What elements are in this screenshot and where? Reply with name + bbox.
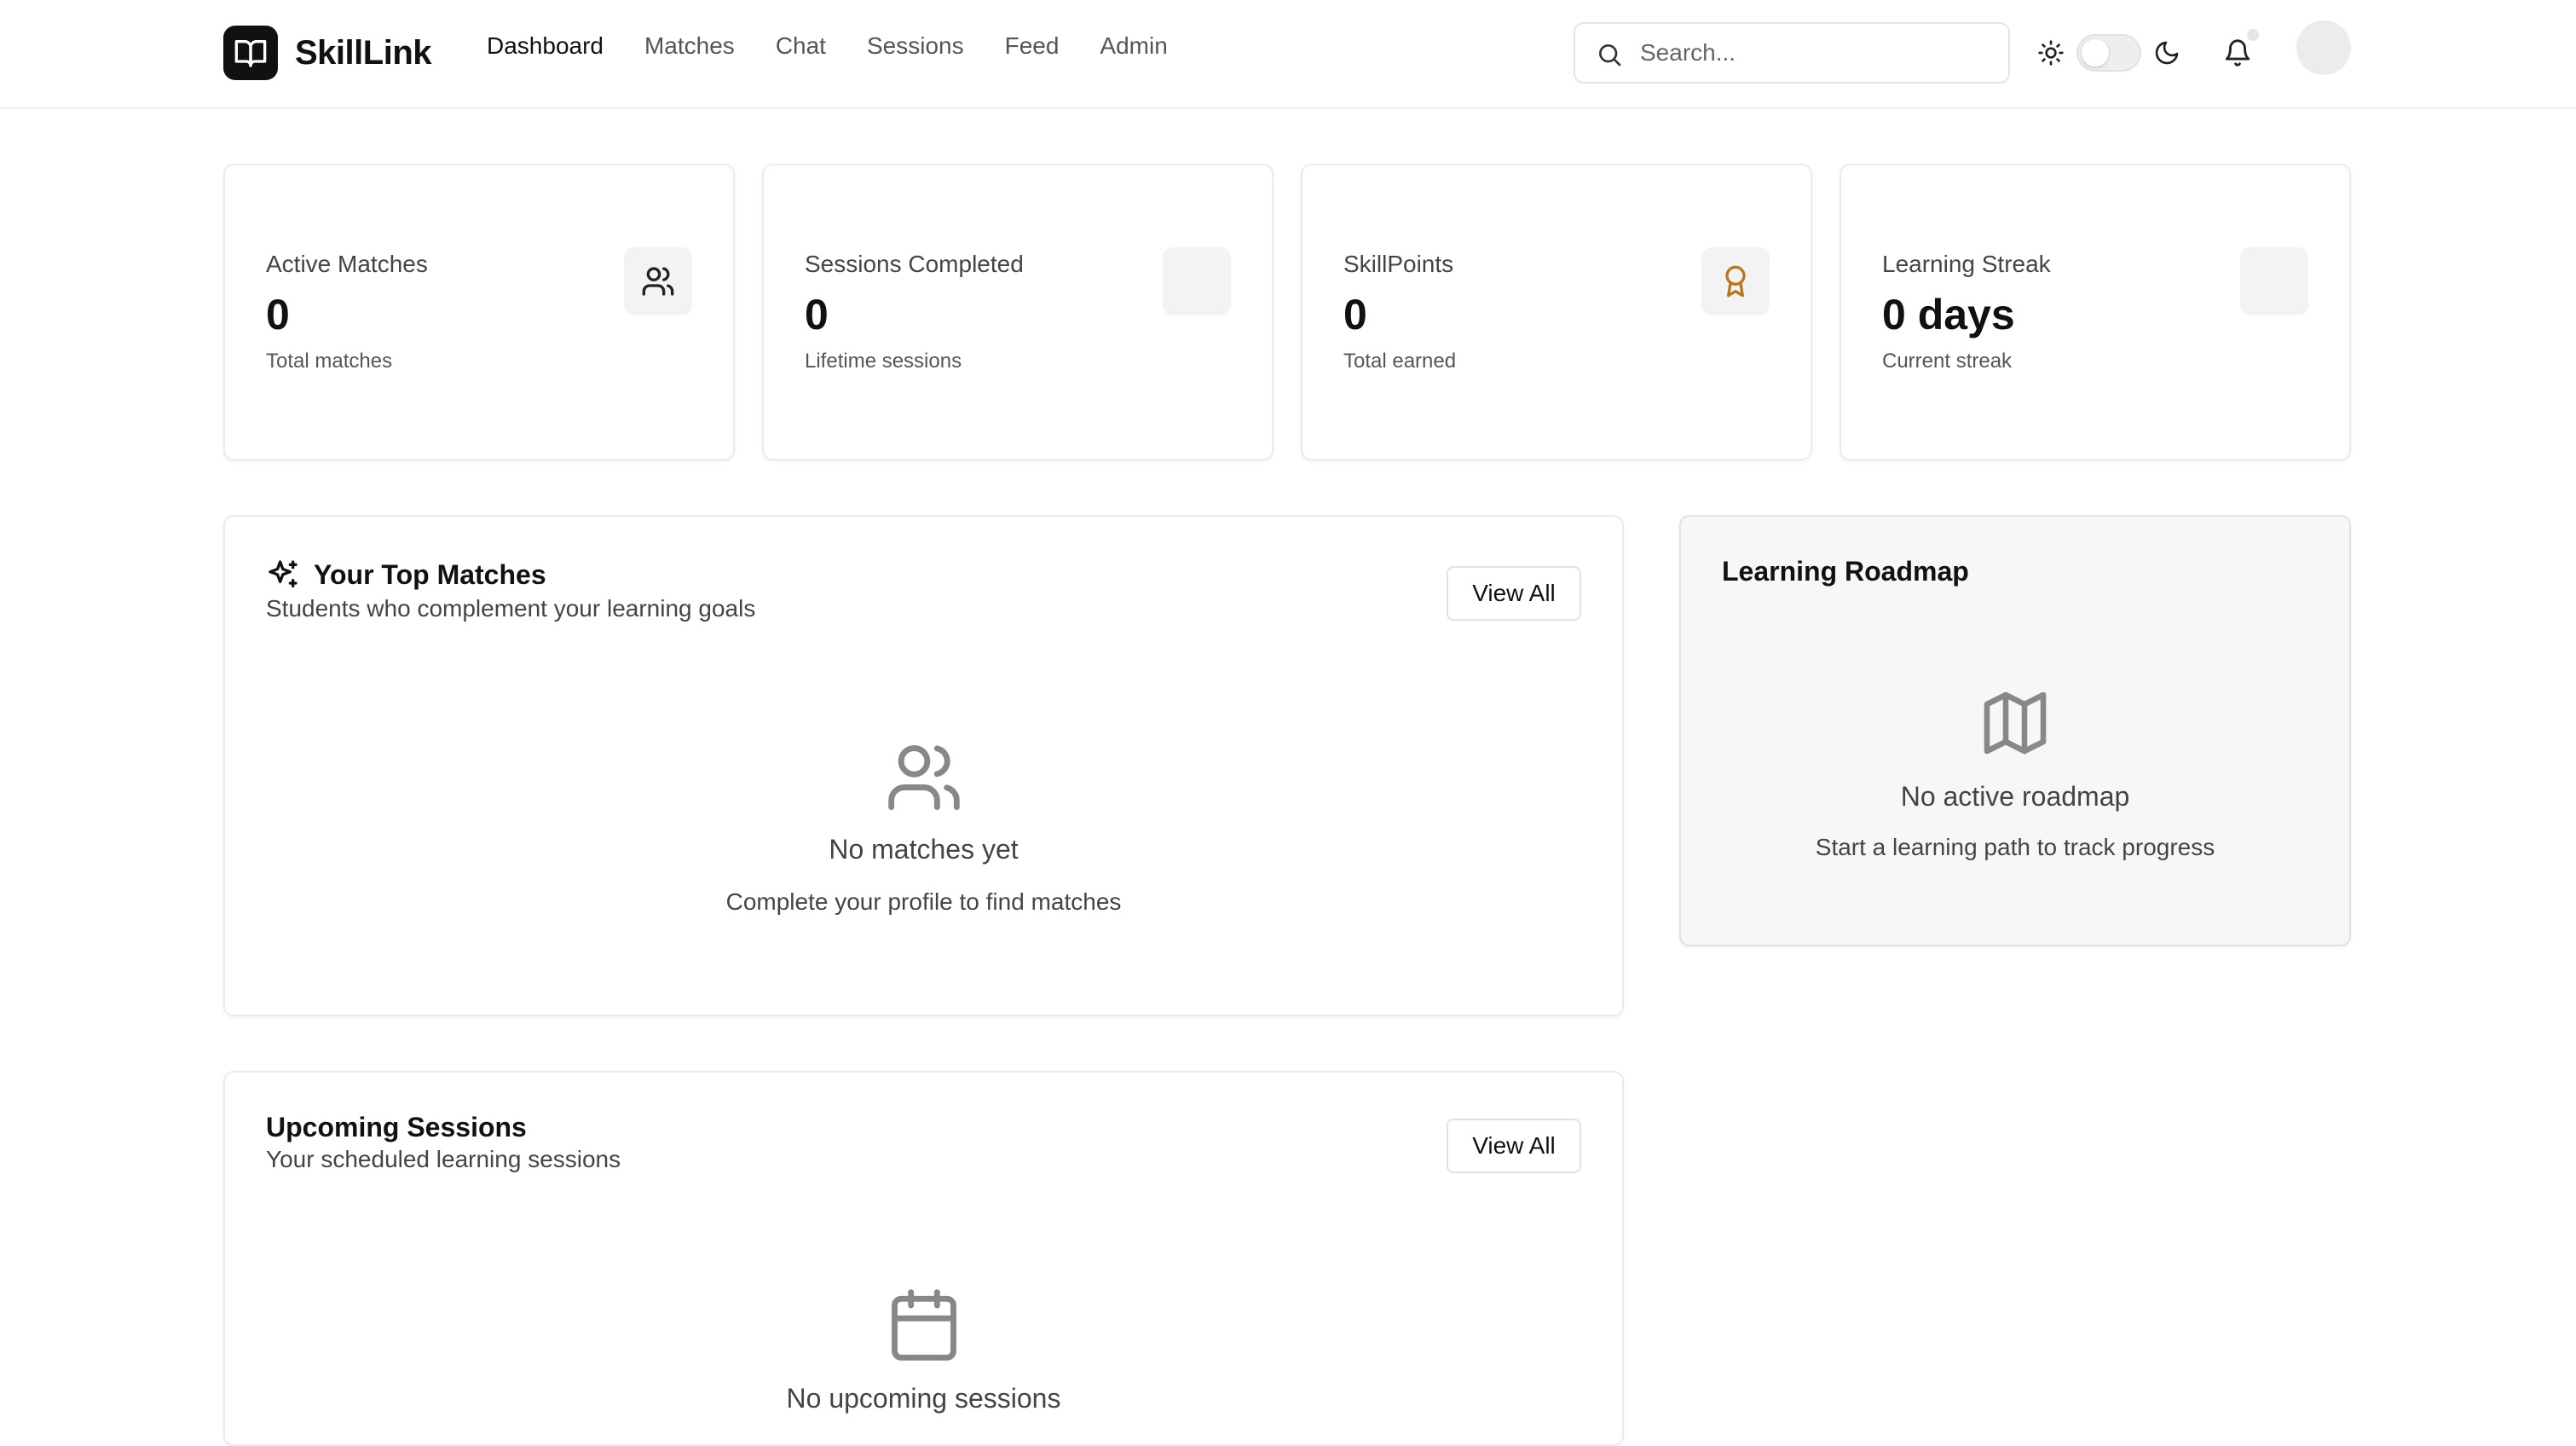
- top-matches-title: Your Top Matches: [314, 559, 546, 590]
- search-box: [1574, 22, 2010, 84]
- roadmap-empty-title: No active roadmap: [1900, 781, 2130, 812]
- nav-dashboard[interactable]: Dashboard: [487, 32, 604, 60]
- upcoming-subtitle: Your scheduled learning sessions: [266, 1146, 621, 1172]
- stat-card-sessions-completed: Sessions Completed 0 Lifetime sessions: [762, 164, 1274, 460]
- upcoming-sessions-card: Upcoming Sessions Your scheduled learnin…: [223, 1071, 1624, 1446]
- roadmap-empty-subtitle: Start a learning path to track progress: [1815, 834, 2215, 860]
- stat-value: 0 days: [1882, 291, 2015, 338]
- top-matches-subtitle: Students who complement your learning go…: [266, 595, 756, 622]
- nav-matches[interactable]: Matches: [644, 32, 735, 60]
- stat-sub: Current streak: [1882, 350, 2013, 373]
- calendar-icon: [885, 1286, 963, 1368]
- stat-value: 0: [1343, 291, 1367, 338]
- app-name: SkillLink: [295, 33, 432, 72]
- stat-label: SkillPoints: [1343, 251, 1454, 277]
- bell-icon[interactable]: [2223, 38, 2252, 72]
- nav-admin[interactable]: Admin: [1100, 32, 1167, 60]
- stat-value: 0: [805, 291, 829, 338]
- main-nav: Dashboard Matches Chat Sessions Feed Adm…: [487, 32, 1168, 60]
- book-open-icon: [223, 26, 278, 80]
- top-matches-view-all-button[interactable]: View All: [1447, 566, 1581, 621]
- sparkles-icon: [266, 558, 300, 596]
- stat-card-learning-streak: Learning Streak 0 days Current streak: [1840, 164, 2351, 460]
- stat-sub: Total earned: [1343, 350, 1457, 373]
- app-logo[interactable]: SkillLink: [223, 26, 432, 80]
- search-icon: [1596, 41, 1623, 72]
- search-input[interactable]: [1640, 39, 1981, 67]
- upcoming-view-all-button[interactable]: View All: [1447, 1119, 1581, 1173]
- theme-toggle[interactable]: [2076, 34, 2141, 72]
- nav-feed[interactable]: Feed: [1005, 32, 1060, 60]
- top-header: SkillLink Dashboard Matches Chat Session…: [0, 0, 2576, 109]
- avatar[interactable]: [2296, 20, 2351, 75]
- sun-icon: [2037, 39, 2065, 71]
- stat-label: Active Matches: [266, 251, 428, 277]
- stat-icon-placeholder: [1163, 247, 1231, 315]
- stat-label: Learning Streak: [1882, 251, 2051, 277]
- map-icon: [1978, 685, 2053, 765]
- learning-roadmap-card: Learning Roadmap No active roadmap Start…: [1679, 515, 2351, 946]
- stat-card-active-matches: Active Matches 0 Total matches: [223, 164, 735, 460]
- nav-chat[interactable]: Chat: [776, 32, 826, 60]
- roadmap-title: Learning Roadmap: [1722, 556, 1969, 587]
- award-icon: [1701, 247, 1770, 315]
- stat-icon-placeholder: [2240, 247, 2308, 315]
- moon-icon: [2153, 39, 2180, 71]
- top-matches-empty-title: No matches yet: [829, 834, 1019, 865]
- notification-dot: [2247, 29, 2259, 41]
- stat-sub: Total matches: [266, 350, 393, 373]
- users-icon: [624, 247, 692, 315]
- top-matches-card: Your Top Matches Students who complement…: [223, 515, 1624, 1016]
- stat-label: Sessions Completed: [805, 251, 1024, 277]
- stat-sub: Lifetime sessions: [805, 350, 962, 373]
- upcoming-title: Upcoming Sessions: [266, 1112, 527, 1142]
- stat-value: 0: [266, 291, 290, 338]
- top-matches-empty-subtitle: Complete your profile to find matches: [725, 888, 1122, 915]
- toggle-knob: [2082, 39, 2109, 67]
- users-icon: [885, 738, 963, 821]
- stat-card-skillpoints: SkillPoints 0 Total earned: [1301, 164, 1812, 460]
- nav-sessions[interactable]: Sessions: [867, 32, 964, 60]
- upcoming-empty-title: No upcoming sessions: [786, 1383, 1061, 1414]
